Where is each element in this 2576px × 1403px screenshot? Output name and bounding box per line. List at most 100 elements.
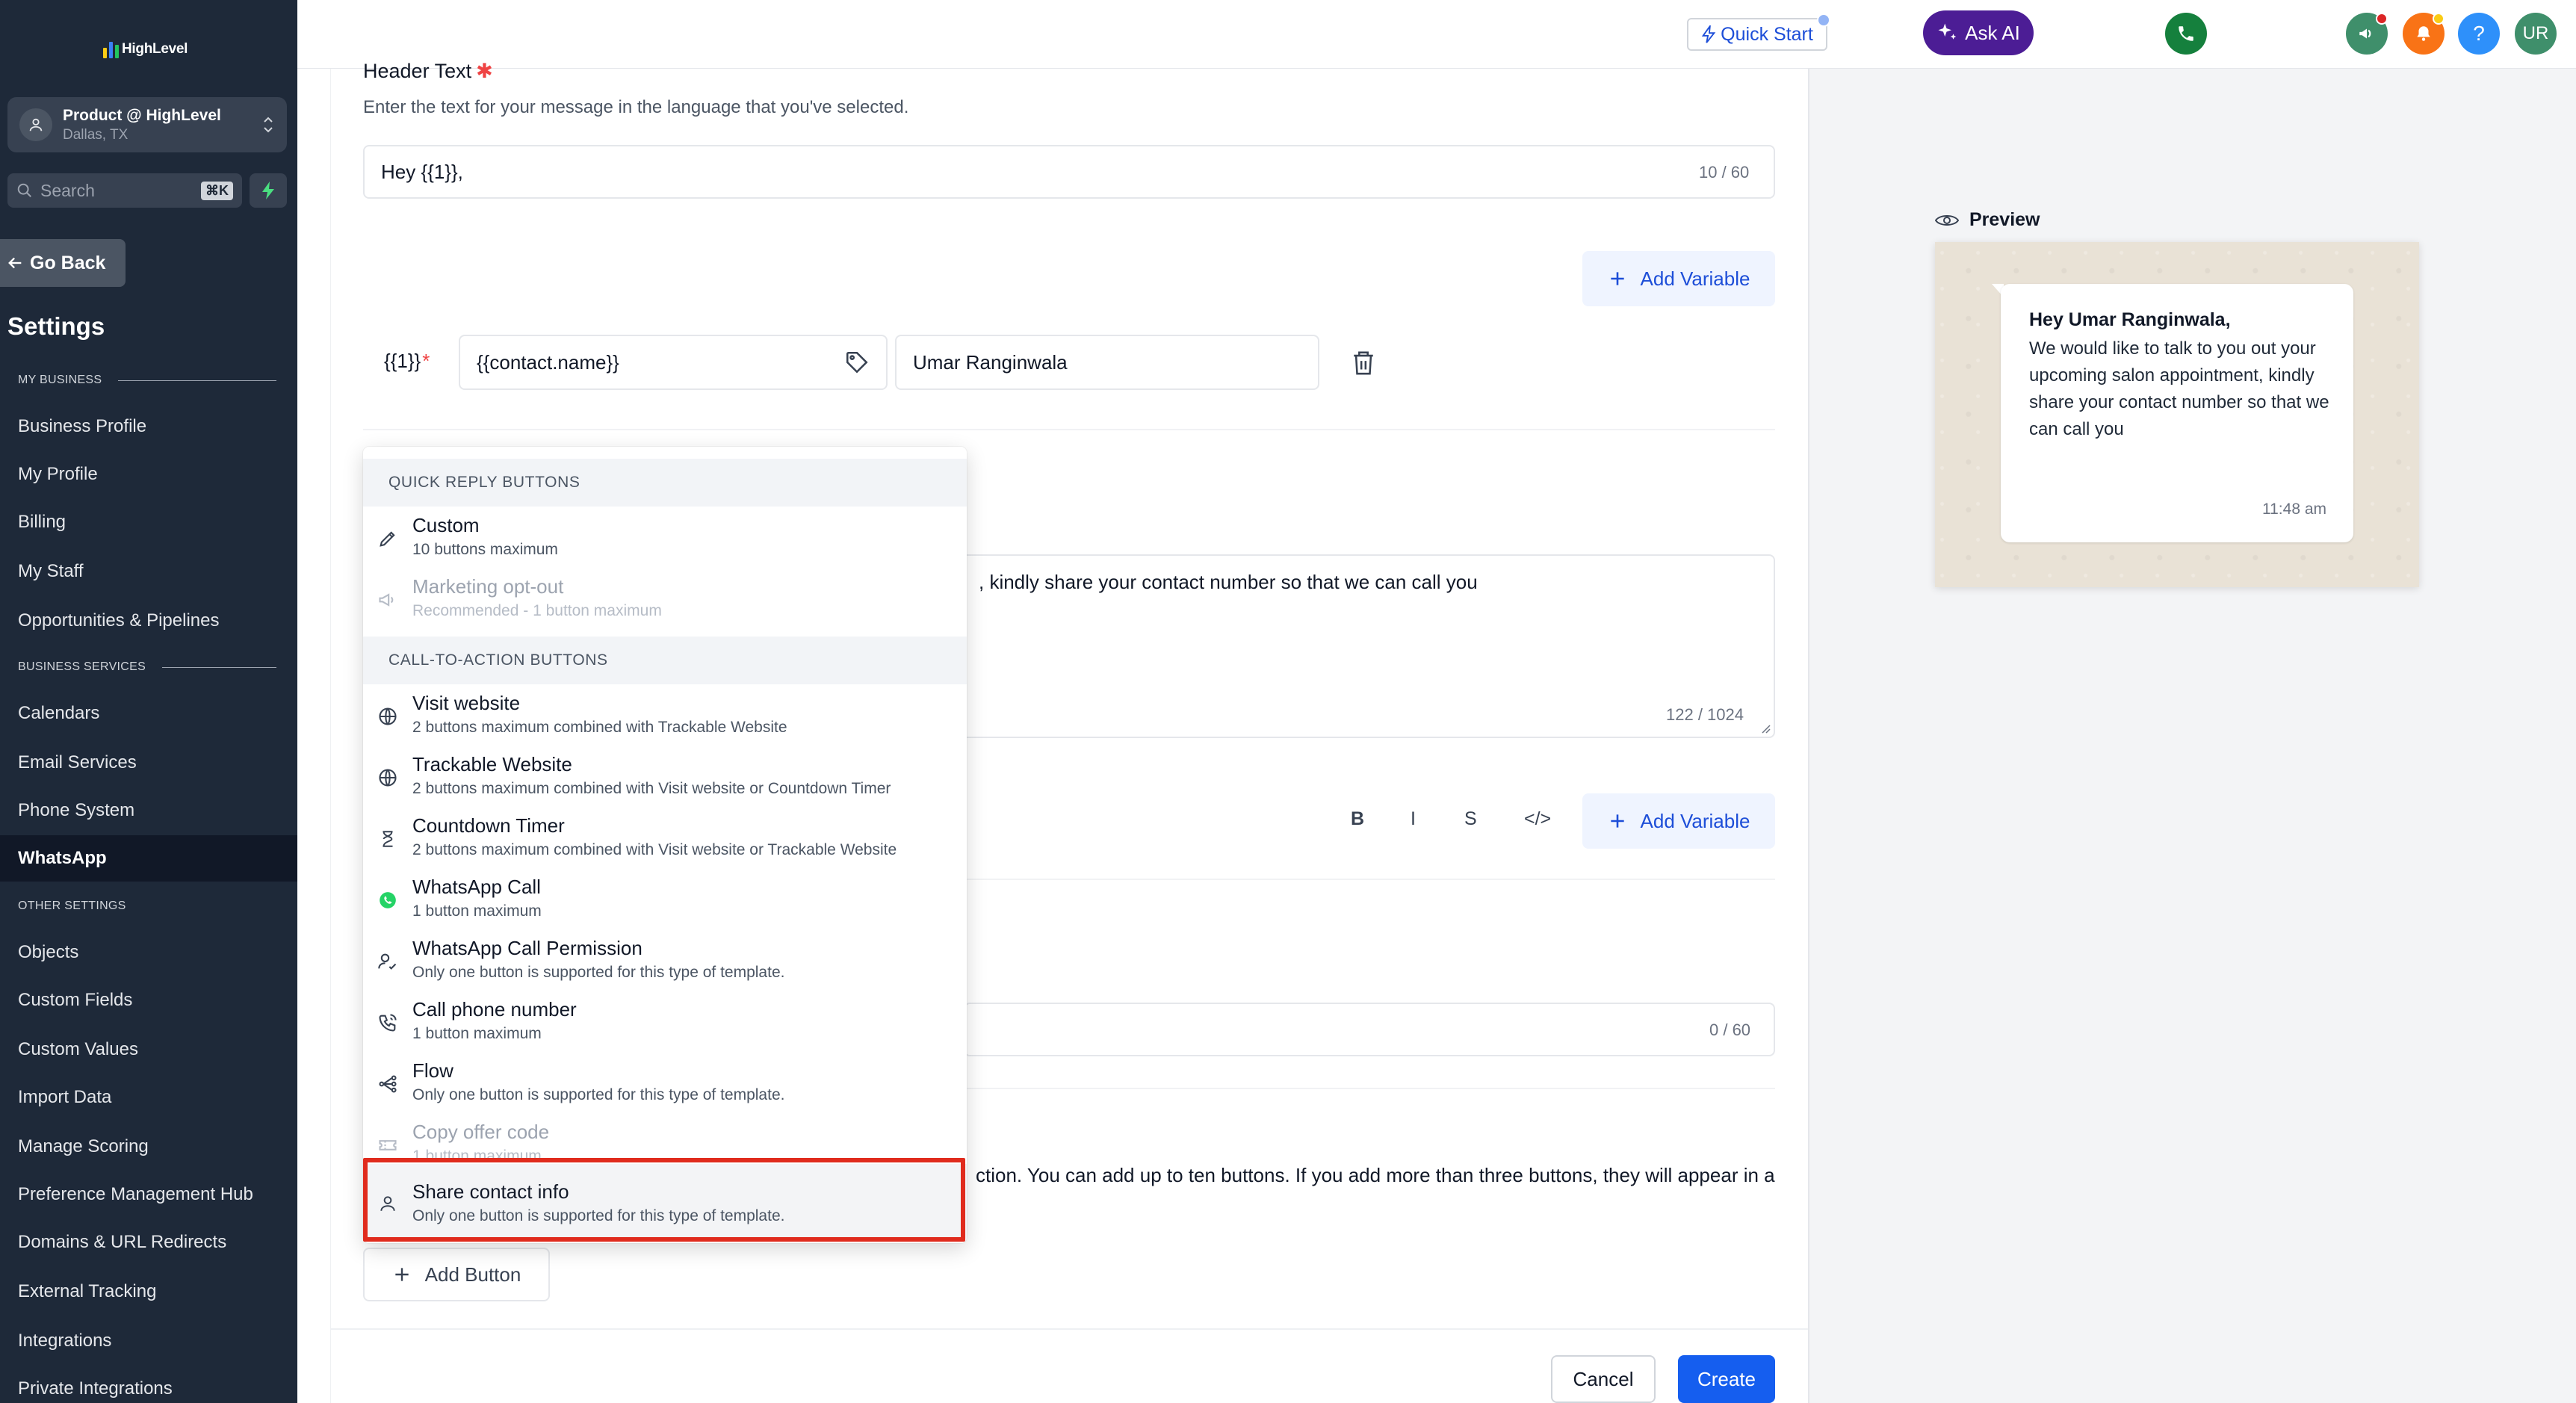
italic-button[interactable]: I (1411, 808, 1416, 830)
sidebar-item-integrations[interactable]: Integrations (0, 1318, 297, 1364)
option-subtitle: 1 button maximum (412, 1148, 542, 1165)
logo: HighLevel (103, 37, 188, 61)
sidebar-item-import-data[interactable]: Import Data (0, 1074, 297, 1121)
megaphone-icon (2359, 28, 2371, 39)
variable-field-select[interactable]: {{contact.name}} (459, 335, 888, 390)
sidebar-item-phone-system[interactable]: Phone System (0, 787, 297, 834)
sidebar-item-my-staff[interactable]: My Staff (0, 548, 297, 595)
option-subtitle: 2 buttons maximum combined with Visit we… (412, 780, 891, 797)
bolt-icon (262, 182, 274, 199)
bell-icon (2417, 26, 2430, 41)
section-other-settings: OTHER SETTINGS (18, 899, 276, 913)
plus-icon (1610, 814, 1624, 828)
sidebar-item-whatsapp[interactable]: WhatsApp (0, 835, 297, 882)
user-icon (377, 1192, 399, 1215)
option-title: Custom (412, 514, 480, 536)
sidebar-item-email-services[interactable]: Email Services (0, 740, 297, 786)
user-initials: UR (2522, 23, 2549, 43)
help-button[interactable]: ? (2458, 13, 2500, 55)
announcements-button[interactable] (2346, 13, 2388, 55)
go-back-button[interactable]: Go Back (0, 239, 126, 287)
divider (363, 429, 1775, 430)
logo-mark-icon (103, 40, 119, 58)
required-asterisk: ✱ (476, 60, 493, 82)
megaphone-icon (377, 589, 399, 611)
ask-ai-label: Ask AI (1965, 21, 2020, 44)
sidebar-item-domains[interactable]: Domains & URL Redirects (0, 1219, 297, 1266)
variable-key: {{1}}* (384, 350, 430, 373)
notification-dot (2433, 13, 2445, 25)
sidebar-item-opportunities[interactable]: Opportunities & Pipelines (0, 598, 297, 644)
required-asterisk: * (422, 350, 430, 372)
add-button-label: Add Button (424, 1263, 521, 1286)
ticket-icon (377, 1134, 399, 1156)
add-variable-button-body[interactable]: Add Variable (1582, 793, 1775, 849)
preview-label: Preview (1935, 209, 2040, 231)
option-visit-website[interactable]: Visit website 2 buttons maximum combined… (363, 684, 967, 746)
option-subtitle: 1 button maximum (412, 1025, 542, 1042)
footer-text-input[interactable] (964, 1003, 1775, 1056)
option-title: Countdown Timer (412, 814, 565, 837)
sidebar-item-calendars[interactable]: Calendars (0, 690, 297, 737)
option-flow[interactable]: Flow Only one button is supported for th… (363, 1052, 967, 1113)
add-button[interactable]: Add Button (363, 1248, 550, 1301)
header-text-input[interactable]: Hey {{1}}, (363, 145, 1775, 199)
quick-start-button[interactable]: Quick Start (1687, 13, 1830, 51)
notification-dot (1817, 13, 1830, 27)
option-custom[interactable]: Custom 10 buttons maximum (363, 507, 967, 568)
search-input[interactable]: Search ⌘K (7, 173, 242, 208)
user-avatar[interactable]: UR (2515, 13, 2557, 55)
delete-variable-button[interactable] (1351, 349, 1376, 377)
sidebar-item-objects[interactable]: Objects (0, 929, 297, 976)
user-icon (29, 118, 43, 131)
option-countdown-timer[interactable]: Countdown Timer 2 buttons maximum combin… (363, 807, 967, 868)
quick-actions-button[interactable] (250, 173, 287, 208)
option-title: WhatsApp Call Permission (412, 937, 643, 959)
tag-icon[interactable] (844, 350, 870, 375)
option-title: Copy offer code (412, 1121, 550, 1143)
option-whatsapp-call[interactable]: WhatsApp Call 1 button maximum (363, 868, 967, 929)
option-whatsapp-call-permission[interactable]: WhatsApp Call Permission Only one button… (363, 929, 967, 991)
sidebar-item-preference-hub[interactable]: Preference Management Hub (0, 1171, 297, 1218)
option-subtitle: 2 buttons maximum combined with Visit we… (412, 841, 897, 858)
sidebar-item-manage-scoring[interactable]: Manage Scoring (0, 1124, 297, 1170)
option-call-phone-number[interactable]: Call phone number 1 button maximum (363, 991, 967, 1052)
sidebar-item-billing[interactable]: Billing (0, 499, 297, 545)
user-check-icon (377, 950, 399, 973)
sidebar-item-my-profile[interactable]: My Profile (0, 451, 297, 498)
phone-button[interactable] (2165, 13, 2207, 55)
account-name: Product @ HighLevel (63, 106, 221, 124)
resize-handle-icon[interactable] (1760, 723, 1771, 734)
strikethrough-button[interactable]: S (1464, 808, 1477, 830)
add-variable-label: Add Variable (1640, 267, 1750, 290)
option-trackable-website[interactable]: Trackable Website 2 buttons maximum comb… (363, 746, 967, 807)
option-share-contact-info[interactable]: Share contact info Only one button is su… (363, 1164, 967, 1239)
sidebar-item-custom-values[interactable]: Custom Values (0, 1026, 297, 1073)
settings-title: Settings (7, 312, 105, 340)
sidebar-item-external-tracking[interactable]: External Tracking (0, 1269, 297, 1315)
notifications-button[interactable] (2403, 13, 2445, 55)
code-button[interactable]: </> (1524, 808, 1551, 830)
chevron-up-down-icon (261, 115, 275, 134)
top-bar (297, 0, 2576, 69)
account-location: Dallas, TX (63, 126, 129, 143)
account-switcher[interactable]: Product @ HighLevel Dallas, TX (7, 97, 287, 152)
cancel-button[interactable]: Cancel (1551, 1355, 1656, 1403)
sidebar-item-private-integrations[interactable]: Private Integrations (0, 1366, 297, 1403)
sparkles-icon (1938, 23, 1957, 40)
create-button[interactable]: Create (1678, 1355, 1775, 1403)
ask-ai-button[interactable]: Ask AI (1923, 10, 2034, 55)
add-variable-button[interactable]: Add Variable (1582, 251, 1775, 306)
variable-sample-value: Umar Ranginwala (913, 350, 1068, 374)
header-char-counter: 10 / 60 (1699, 163, 1750, 182)
option-title: Trackable Website (412, 753, 572, 775)
search-placeholder: Search (40, 180, 95, 200)
variable-sample-input[interactable]: Umar Ranginwala (895, 335, 1319, 390)
bolt-icon (1701, 25, 1716, 43)
sidebar-item-business-profile[interactable]: Business Profile (0, 403, 297, 450)
bold-button[interactable]: B (1351, 808, 1364, 830)
add-variable-label: Add Variable (1640, 809, 1750, 832)
buttons-help-text: ction. You can add up to ten buttons. If… (976, 1164, 1775, 1186)
body-char-counter: 122 / 1024 (1666, 705, 1744, 724)
sidebar-item-custom-fields[interactable]: Custom Fields (0, 977, 297, 1023)
